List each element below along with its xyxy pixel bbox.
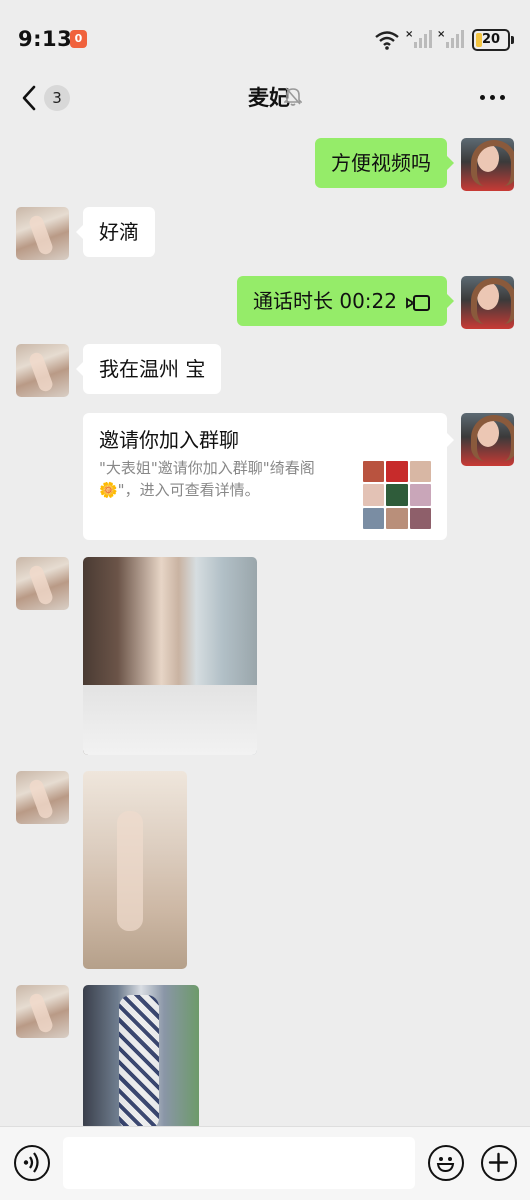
avatar[interactable]	[16, 207, 69, 260]
invite-title: 邀请你加入群聊	[99, 428, 239, 452]
group-invite-card[interactable]: 邀请你加入群聊 "大表姐"邀请你加入群聊"绮春阁🌼"，进入可查看详情。	[83, 413, 454, 540]
battery-cap	[511, 36, 514, 44]
svg-text:×: ×	[405, 29, 413, 40]
plus-glyph	[488, 1152, 509, 1173]
thumb-cell	[363, 507, 385, 529]
image-message[interactable]	[83, 557, 257, 755]
battery-icon: 20	[472, 29, 510, 51]
thumb-cell	[363, 461, 385, 483]
call-record-bubble[interactable]: 通话时长 00:22	[237, 276, 454, 326]
thumb-cell	[409, 461, 431, 483]
wifi-icon	[375, 31, 399, 50]
svg-text:×: ×	[437, 29, 445, 40]
thumb-cell	[409, 484, 431, 506]
thumb-cell	[363, 484, 385, 506]
call-duration-text: 通话时长 00:22	[253, 289, 397, 313]
bell-off-icon	[284, 87, 302, 106]
thumb-cell	[386, 484, 408, 506]
avatar[interactable]	[461, 138, 514, 191]
video-call-icon	[406, 294, 430, 311]
invite-description: "大表姐"邀请你加入群聊"绮春阁🌼"，进入可查看详情。	[99, 459, 315, 499]
chat-header: 3 麦妃	[0, 70, 530, 126]
input-bar	[0, 1126, 530, 1200]
thumb-cell	[386, 507, 408, 529]
message-bubble[interactable]: 方便视频吗	[315, 138, 454, 188]
message-input[interactable]	[63, 1137, 415, 1189]
thumb-cell	[386, 461, 408, 483]
message-bubble[interactable]: 好滴	[76, 207, 155, 257]
notification-badge: 0	[70, 30, 87, 48]
more-dot	[500, 95, 505, 100]
message-bubble[interactable]: 我在温州 宝	[75, 344, 222, 394]
group-thumbnail	[363, 461, 431, 529]
more-dot	[490, 95, 495, 100]
plus-icon[interactable]	[481, 1145, 517, 1181]
more-button[interactable]	[472, 82, 512, 112]
emoji-icon[interactable]	[428, 1145, 464, 1181]
avatar[interactable]	[461, 413, 514, 466]
thumb-cell	[409, 507, 431, 529]
battery-level: 20	[481, 32, 501, 47]
more-dot	[480, 95, 485, 100]
avatar[interactable]	[16, 985, 69, 1038]
chat-title: 麦妃	[248, 86, 290, 110]
voice-glyph	[23, 1152, 39, 1173]
avatar[interactable]	[461, 276, 514, 329]
avatar[interactable]	[16, 771, 69, 824]
image-message[interactable]	[83, 985, 199, 1130]
signal-icon: ×	[405, 29, 432, 48]
status-bar: 9:13 0 × × 20	[0, 0, 530, 70]
status-time: 9:13	[18, 27, 73, 51]
avatar[interactable]	[16, 557, 69, 610]
emoji-glyph	[436, 1157, 455, 1173]
avatar[interactable]	[16, 344, 69, 397]
voice-icon[interactable]	[14, 1145, 50, 1181]
image-message[interactable]	[83, 771, 187, 969]
signal-icon: ×	[437, 29, 464, 48]
